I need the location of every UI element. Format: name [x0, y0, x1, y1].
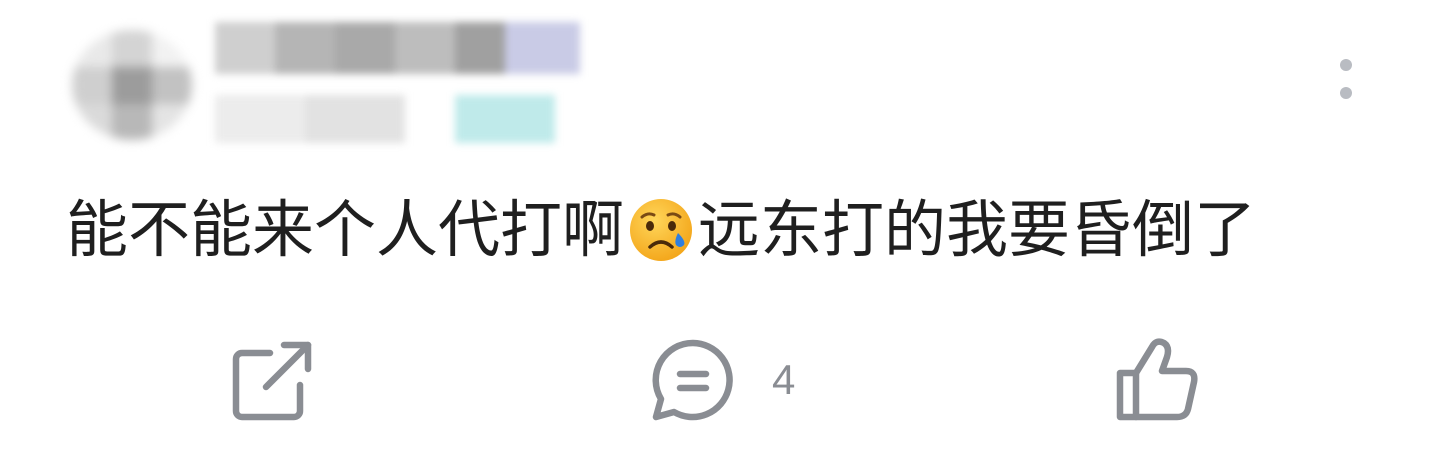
avatar[interactable]	[72, 30, 192, 140]
comment-text-part-2: 远东打的我要昏倒了	[698, 193, 1257, 266]
share-button[interactable]	[230, 335, 316, 425]
username-blurred[interactable]	[215, 22, 580, 74]
comment-bubble-icon	[648, 335, 738, 425]
like-button[interactable]	[1112, 335, 1202, 425]
comment-button[interactable]: 4	[648, 335, 795, 425]
user-meta-blurred	[215, 95, 555, 143]
comment-count: 4	[772, 356, 796, 403]
crying-face-emoji	[628, 197, 694, 263]
comment-text-part-1: 能不能来个人代打啊	[66, 193, 625, 266]
comment-text: 能不能来个人代打啊 远东打的我要昏倒了	[66, 188, 1256, 272]
thumbs-up-icon	[1112, 335, 1202, 425]
share-icon	[230, 337, 316, 423]
more-options-button[interactable]	[1322, 52, 1370, 106]
